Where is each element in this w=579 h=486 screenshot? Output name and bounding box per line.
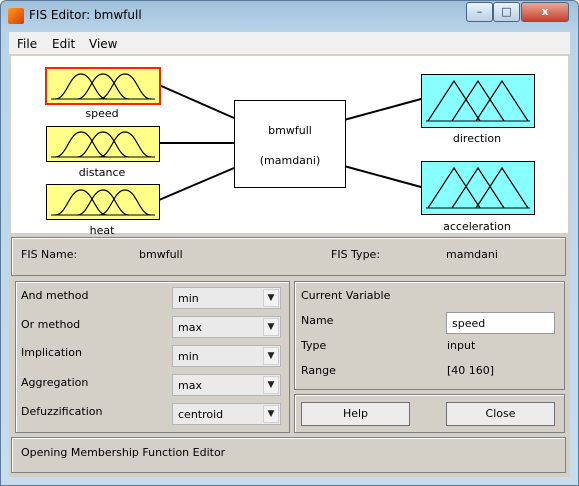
- menu-bar: File Edit View: [9, 32, 570, 54]
- or-method-label: Or method: [21, 318, 81, 331]
- chevron-down-icon: ▼: [263, 318, 279, 336]
- aggregation-value: max: [178, 379, 202, 392]
- matlab-icon: [8, 8, 24, 24]
- output-acceleration-box[interactable]: [421, 161, 535, 215]
- menu-view[interactable]: View: [89, 37, 117, 51]
- and-method-label: And method: [21, 289, 89, 302]
- maximize-button[interactable]: □: [493, 2, 520, 22]
- variable-name-field[interactable]: speed: [446, 312, 555, 334]
- status-message: Opening Membership Function Editor: [21, 446, 226, 459]
- variable-range-value: [40 160]: [447, 364, 495, 377]
- or-method-select[interactable]: max ▼: [172, 316, 281, 338]
- variable-range-label: Range: [301, 364, 336, 377]
- variable-type-label: Type: [301, 339, 327, 352]
- fis-diagram: speed distance heat bmwfull (mamdani) di…: [11, 56, 568, 237]
- membership-curves-icon: [51, 131, 155, 158]
- fis-type-label: FIS Type:: [331, 248, 381, 261]
- membership-curves-icon: [51, 189, 155, 216]
- variable-name-value: speed: [452, 317, 486, 330]
- title-bar[interactable]: FIS Editor: bmwfull – □ x: [1, 1, 578, 31]
- editor-client-area: speed distance heat bmwfull (mamdani) di…: [9, 54, 570, 477]
- close-window-button[interactable]: x: [521, 2, 569, 22]
- chevron-down-icon: ▼: [263, 347, 279, 365]
- system-type: (mamdani): [259, 154, 321, 167]
- help-button[interactable]: Help: [301, 402, 410, 426]
- and-method-value: min: [178, 292, 199, 305]
- triangle-mf-icon: [426, 166, 530, 209]
- input-label-speed: speed: [85, 107, 119, 120]
- current-variable-heading: Current Variable: [301, 289, 391, 302]
- fis-system-box[interactable]: bmwfull (mamdani): [234, 100, 346, 188]
- fis-name-label: FIS Name:: [21, 248, 78, 261]
- implication-value: min: [178, 350, 199, 363]
- variable-type-value: input: [447, 339, 476, 352]
- membership-curves-icon: [51, 73, 155, 100]
- output-label-acceleration: acceleration: [443, 220, 511, 233]
- variable-name-label: Name: [301, 314, 334, 327]
- input-distance-box[interactable]: [46, 126, 160, 162]
- input-label-heat: heat: [89, 224, 115, 237]
- chevron-down-icon: ▼: [263, 289, 279, 307]
- implication-select[interactable]: min ▼: [172, 345, 281, 367]
- aggregation-label: Aggregation: [21, 376, 89, 389]
- minimize-button[interactable]: –: [466, 2, 493, 22]
- input-heat-box[interactable]: [46, 184, 160, 220]
- implication-label: Implication: [21, 346, 82, 359]
- window-title: FIS Editor: bmwfull: [29, 8, 142, 22]
- output-label-direction: direction: [452, 132, 502, 145]
- system-name: bmwfull: [268, 124, 312, 137]
- close-button[interactable]: Close: [446, 402, 555, 426]
- chevron-down-icon: ▼: [263, 376, 279, 394]
- fis-type-value: mamdani: [446, 248, 498, 261]
- output-direction-box[interactable]: [421, 74, 535, 128]
- triangle-mf-icon: [426, 79, 530, 122]
- defuzzification-label: Defuzzification: [21, 405, 103, 418]
- chevron-down-icon: ▼: [263, 405, 279, 423]
- or-method-value: max: [178, 321, 202, 334]
- input-speed-box[interactable]: [45, 67, 161, 105]
- menu-file[interactable]: File: [17, 37, 37, 51]
- fis-name-value: bmwfull: [139, 248, 183, 261]
- and-method-select[interactable]: min ▼: [172, 287, 281, 309]
- aggregation-select[interactable]: max ▼: [172, 374, 281, 396]
- fis-editor-window: FIS Editor: bmwfull – □ x File Edit View: [0, 0, 579, 486]
- menu-edit[interactable]: Edit: [52, 37, 75, 51]
- defuzzification-select[interactable]: centroid ▼: [172, 403, 281, 425]
- input-label-distance: distance: [78, 166, 126, 179]
- defuzzification-value: centroid: [178, 408, 224, 421]
